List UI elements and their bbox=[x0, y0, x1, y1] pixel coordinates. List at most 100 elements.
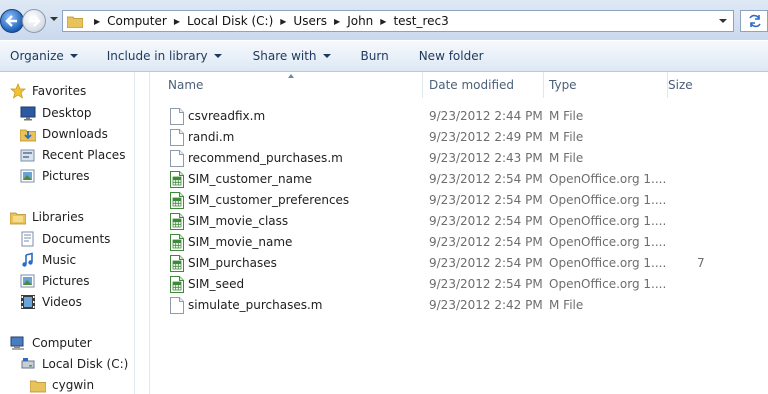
nav-documents[interactable]: Documents bbox=[20, 229, 110, 249]
chevron-right-icon[interactable]: ▶ bbox=[280, 17, 286, 26]
file-row[interactable]: SIM_seed 9/23/2012 2:54 PM OpenOffice.org … bbox=[168, 274, 768, 295]
nav-computer-label: Computer bbox=[32, 336, 92, 350]
share-with-label: Share with bbox=[252, 49, 317, 63]
forward-button[interactable] bbox=[22, 9, 46, 33]
burn-button[interactable]: Burn bbox=[361, 49, 389, 63]
organize-label: Organize bbox=[10, 49, 64, 63]
nav-videos[interactable]: Videos bbox=[20, 292, 82, 312]
file-date-modified: 9/23/2012 2:54 PM bbox=[429, 235, 543, 249]
nav-local-disk[interactable]: Local Disk (C:) bbox=[20, 354, 128, 374]
back-button[interactable] bbox=[0, 9, 24, 33]
breadcrumb-computer[interactable]: Computer bbox=[107, 14, 167, 28]
file-date-modified: 9/23/2012 2:54 PM bbox=[429, 277, 543, 291]
new-folder-button[interactable]: New folder bbox=[419, 49, 484, 63]
file-name: csvreadfix.m bbox=[188, 109, 266, 123]
file-row[interactable]: randi.m 9/23/2012 2:49 PM M File bbox=[168, 127, 768, 148]
pane-splitter[interactable] bbox=[134, 72, 150, 394]
star-icon bbox=[10, 83, 26, 99]
column-divider[interactable] bbox=[422, 72, 423, 98]
file-name: SIM_movie_class bbox=[188, 214, 289, 228]
file-type: OpenOffice.org 1.... bbox=[549, 214, 667, 228]
file-row[interactable]: csvreadfix.m 9/23/2012 2:44 PM M File bbox=[168, 106, 768, 127]
column-header-name[interactable]: Name bbox=[168, 72, 422, 98]
column-header-type[interactable]: Type bbox=[549, 72, 667, 98]
file-name: SIM_customer_name bbox=[188, 172, 313, 186]
nav-cygwin-label: cygwin bbox=[52, 378, 95, 392]
file-date-modified: 9/23/2012 2:49 PM bbox=[429, 130, 543, 144]
file-type: M File bbox=[549, 151, 584, 165]
file-type: OpenOffice.org 1.... bbox=[549, 193, 667, 207]
file-row[interactable]: recommend_purchases.m 9/23/2012 2:43 PM M … bbox=[168, 148, 768, 169]
nav-libraries-label: Libraries bbox=[32, 210, 84, 224]
file-date-modified: 9/23/2012 2:54 PM bbox=[429, 193, 543, 207]
nav-library-pictures[interactable]: Pictures bbox=[20, 271, 90, 291]
spreadsheet-icon bbox=[170, 171, 184, 188]
document-icon bbox=[170, 129, 184, 146]
column-divider[interactable] bbox=[543, 72, 544, 98]
file-type: M File bbox=[549, 130, 584, 144]
nav-recent-places-label: Recent Places bbox=[42, 148, 126, 162]
document-icon bbox=[170, 108, 184, 125]
breadcrumb-john[interactable]: John bbox=[347, 14, 373, 28]
file-row[interactable]: SIM_purchases 9/23/2012 2:54 PM OpenOffice… bbox=[168, 253, 768, 274]
file-name: simulate_purchases.m bbox=[188, 298, 323, 312]
file-row[interactable]: SIM_movie_class 9/23/2012 2:54 PM OpenOffi… bbox=[168, 211, 768, 232]
chevron-down-icon bbox=[322, 54, 331, 58]
pictures-icon bbox=[20, 168, 36, 184]
chevron-down-icon bbox=[69, 54, 78, 58]
document-icon bbox=[170, 150, 184, 167]
breadcrumb-users[interactable]: Users bbox=[293, 14, 327, 28]
share-with-button[interactable]: Share with bbox=[253, 49, 331, 63]
nav-libraries[interactable]: Libraries bbox=[9, 207, 84, 227]
nav-downloads[interactable]: Downloads bbox=[19, 124, 108, 144]
nav-library-pictures-label: Pictures bbox=[42, 274, 90, 288]
file-type: OpenOffice.org 1.... bbox=[549, 256, 667, 270]
file-name: SIM_seed bbox=[188, 277, 245, 291]
chevron-right-icon[interactable]: ▶ bbox=[174, 17, 180, 26]
film-strip-icon bbox=[20, 294, 36, 310]
include-in-library-label: Include in library bbox=[106, 49, 208, 63]
nav-favorites-label: Favorites bbox=[32, 84, 87, 98]
file-type: M File bbox=[549, 298, 584, 312]
nav-desktop-label: Desktop bbox=[42, 106, 92, 120]
nav-cygwin[interactable]: cygwin bbox=[29, 375, 95, 394]
file-name: randi.m bbox=[188, 130, 235, 144]
breadcrumb-local-disk[interactable]: Local Disk (C:) bbox=[187, 14, 273, 28]
chevron-right-icon[interactable]: ▶ bbox=[94, 17, 100, 26]
chevron-right-icon[interactable]: ▶ bbox=[334, 17, 340, 26]
file-row[interactable]: SIM_customer_name 9/23/2012 2:54 PM OpenOf… bbox=[168, 169, 768, 190]
desktop-icon bbox=[20, 105, 36, 121]
file-date-modified: 9/23/2012 2:42 PM bbox=[429, 298, 543, 312]
chevron-right-icon[interactable]: ▶ bbox=[380, 17, 386, 26]
file-list: Name Date modified Type Size csvreadfix.… bbox=[150, 72, 768, 394]
column-header-size[interactable]: Size bbox=[668, 72, 768, 98]
breadcrumb-test-rec3[interactable]: test_rec3 bbox=[393, 14, 448, 28]
nav-desktop[interactable]: Desktop bbox=[20, 103, 92, 123]
refresh-button[interactable] bbox=[740, 10, 768, 32]
include-in-library-button[interactable]: Include in library bbox=[107, 49, 222, 63]
computer-icon bbox=[10, 335, 26, 351]
spreadsheet-icon bbox=[170, 213, 184, 230]
column-header-date-modified[interactable]: Date modified bbox=[429, 72, 543, 98]
file-row[interactable]: SIM_customer_preferences 9/23/2012 2:54 P… bbox=[168, 190, 768, 211]
nav-recent-places[interactable]: Recent Places bbox=[20, 145, 125, 165]
file-type: OpenOffice.org 1.... bbox=[549, 235, 667, 249]
folder-icon bbox=[29, 377, 47, 393]
recent-pages-dropdown[interactable] bbox=[50, 17, 58, 21]
file-date-modified: 9/23/2012 2:54 PM bbox=[429, 256, 543, 270]
chevron-down-icon bbox=[213, 54, 222, 58]
address-box[interactable]: ▶ Computer ▶ Local Disk (C:) ▶ Users ▶ J… bbox=[62, 10, 734, 32]
spreadsheet-icon bbox=[170, 192, 184, 209]
nav-favorites[interactable]: Favorites bbox=[10, 81, 86, 101]
nav-music[interactable]: Music bbox=[20, 250, 76, 270]
file-row[interactable]: SIM_movie_name 9/23/2012 2:54 PM OpenOffic… bbox=[168, 232, 768, 253]
file-row[interactable]: simulate_purchases.m 9/23/2012 2:42 PM M F… bbox=[168, 295, 768, 316]
back-arrow-icon bbox=[5, 15, 17, 27]
address-history-dropdown[interactable] bbox=[719, 19, 727, 23]
file-type: OpenOffice.org 1.... bbox=[549, 277, 667, 291]
nav-pictures[interactable]: Pictures bbox=[20, 166, 90, 186]
file-date-modified: 9/23/2012 2:54 PM bbox=[429, 172, 543, 186]
organize-button[interactable]: Organize bbox=[10, 49, 78, 63]
nav-computer[interactable]: Computer bbox=[10, 333, 92, 353]
documents-icon bbox=[20, 231, 36, 247]
